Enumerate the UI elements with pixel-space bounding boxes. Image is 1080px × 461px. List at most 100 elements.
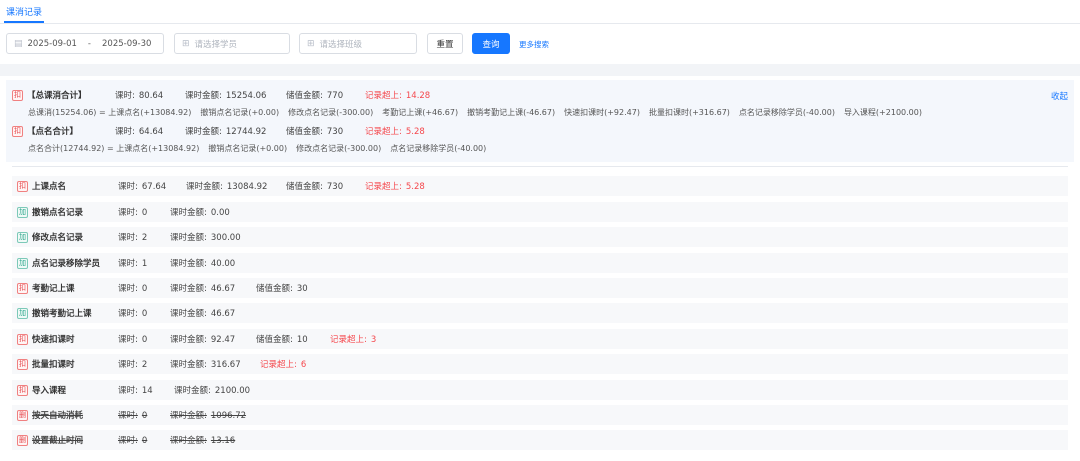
rollcall-formula-item: 点名记录移除学员(-40.00)	[390, 144, 487, 153]
row-name: 设置截止时间	[32, 436, 84, 446]
deduct-badge-icon: 扣	[17, 180, 28, 192]
row-over: 记录超上: 3	[330, 335, 377, 345]
total-formula-item: 撤销考勤记上课(-46.67)	[467, 108, 556, 117]
more-search-link[interactable]: 更多搜索	[519, 39, 549, 50]
tab-active-indicator	[4, 21, 44, 23]
divider	[12, 166, 1068, 167]
total-formula-item: 修改点名记录(-300.00)	[288, 108, 374, 117]
rollcall-amount: 课时金额: 12744.92	[185, 127, 267, 137]
add-badge-icon: 加	[17, 307, 28, 319]
deduct-badge-icon: 扣	[17, 282, 28, 294]
table-row: 删 设置截止时间 课时: 0 课时金额: 13.16	[12, 430, 1068, 450]
row-hours: 课时: 0	[118, 284, 148, 294]
rollcall-formula-item: 撤销点名记录(+0.00)	[208, 144, 288, 153]
rollcall-formula-item: 修改点名记录(-300.00)	[296, 144, 382, 153]
total-formula-head: 总课消(15254.06) = 上课点名(+13084.92)	[28, 108, 192, 117]
row-over: 记录超上: 6	[260, 360, 307, 370]
row-amount: 课时金额: 0.00	[170, 208, 230, 218]
row-name: 考勤记上课	[32, 284, 75, 294]
row-name: 撤销考勤记上课	[32, 309, 92, 319]
table-row: 加 修改点名记录 课时: 2 课时金额: 300.00	[12, 227, 1068, 247]
total-stored: 储值金额: 770	[286, 91, 344, 101]
add-badge-icon: 加	[17, 206, 28, 218]
row-amount: 课时金额: 92.47	[170, 335, 236, 345]
total-title: 【总课消合计】	[27, 91, 87, 101]
row-hours: 课时: 14	[118, 386, 153, 396]
total-amount: 课时金额: 15254.06	[185, 91, 267, 101]
row-amount: 课时金额: 13.16	[170, 436, 236, 446]
collapse-link[interactable]: 收起	[1051, 90, 1068, 102]
rollcall-hours: 课时: 64.64	[115, 127, 164, 137]
row-name: 批量扣课时	[32, 360, 75, 370]
filter-bar: ▤ 2025-09-01 - 2025-09-30 ⊞ 请选择学员 ⊞ 请选择班…	[0, 24, 1080, 64]
table-row: 扣 批量扣课时 课时: 2 课时金额: 316.67 记录超上: 6	[12, 354, 1068, 374]
delete-badge-icon: 删	[17, 409, 28, 421]
deduct-badge-icon: 扣	[17, 333, 28, 345]
row-hours: 课时: 2	[118, 233, 148, 243]
row-name: 快速扣课时	[32, 335, 75, 345]
records-panel: 收起 扣 【总课消合计】 课时: 80.64 课时金额: 15254.06 储值金额…	[6, 76, 1074, 461]
row-stored: 储值金额: 730	[286, 182, 344, 192]
table-row: 扣 导入课程 课时: 14 课时金额: 2100.00	[12, 380, 1068, 400]
delete-badge-icon: 删	[17, 434, 28, 446]
row-name: 导入课程	[32, 386, 67, 396]
table-row: 加 点名记录移除学员 课时: 1 课时金额: 40.00	[12, 253, 1068, 273]
section-gap	[0, 64, 1080, 76]
deduct-badge-icon: 扣	[17, 358, 28, 370]
row-hours: 课时: 1	[118, 259, 148, 269]
class-select-placeholder: 请选择班级	[319, 39, 363, 50]
row-amount: 课时金额: 13084.92	[186, 182, 268, 192]
row-stored: 储值金额: 30	[256, 284, 308, 294]
row-amount: 课时金额: 46.67	[170, 284, 236, 294]
total-formula-item: 导入课程(+2100.00)	[843, 108, 922, 117]
date-range-picker[interactable]: ▤ 2025-09-01 - 2025-09-30	[6, 33, 164, 54]
summary-box: 收起 扣 【总课消合计】 课时: 80.64 课时金额: 15254.06 储值金额…	[6, 80, 1074, 162]
deduct-badge-icon: 扣	[12, 89, 23, 101]
row-name: 上课点名	[32, 182, 67, 192]
class-select[interactable]: ⊞ 请选择班级	[299, 33, 417, 54]
row-stored: 储值金额: 10	[256, 335, 308, 345]
total-formula-item: 撤销点名记录(+0.00)	[200, 108, 280, 117]
table-row: 扣 上课点名 课时: 67.64 课时金额: 13084.92 储值金额: 730 记…	[12, 176, 1068, 196]
add-badge-icon: 加	[17, 257, 28, 269]
table-row: 加 撤销考勤记上课 课时: 0 课时金额: 46.67	[12, 303, 1068, 323]
row-hours: 课时: 0	[118, 208, 148, 218]
table-row: 扣 快速扣课时 课时: 0 课时金额: 92.47 储值金额: 10 记录超上: 3	[12, 329, 1068, 349]
reset-button[interactable]: 重置	[427, 33, 463, 54]
row-hours: 课时: 0	[118, 309, 148, 319]
total-formula: 总课消(15254.06) = 上课点名(+13084.92) 撤销点名记录(+…	[28, 107, 931, 118]
row-amount: 课时金额: 300.00	[170, 233, 241, 243]
total-formula-item: 考勤记上课(+46.67)	[382, 108, 459, 117]
total-formula-item: 批量扣课时(+316.67)	[648, 108, 730, 117]
tab-course-consumption-records[interactable]: 课消记录	[6, 5, 42, 18]
date-start[interactable]: 2025-09-01	[28, 39, 77, 49]
row-name: 点名记录移除学员	[32, 259, 101, 269]
query-button[interactable]: 查询	[472, 33, 510, 54]
row-name: 撤销点名记录	[32, 208, 84, 218]
total-formula-item: 快速扣课时(+92.47)	[564, 108, 640, 117]
row-over: 记录超上: 5.28	[365, 182, 425, 192]
row-hours: 课时: 0	[118, 436, 148, 446]
row-hours: 课时: 2	[118, 360, 148, 370]
tab-bar: 课消记录	[0, 0, 1080, 24]
rollcall-formula: 点名合计(12744.92) = 上课点名(+13084.92) 撤销点名记录(…	[28, 143, 495, 154]
student-select[interactable]: ⊞ 请选择学员	[174, 33, 290, 54]
table-row: 扣 考勤记上课 课时: 0 课时金额: 46.67 储值金额: 30	[12, 278, 1068, 298]
table-row: 加 撤销点名记录 课时: 0 课时金额: 0.00	[12, 202, 1068, 222]
calendar-icon: ▤	[14, 38, 23, 49]
total-summary-line: 扣 【总课消合计】 课时: 80.64 课时金额: 15254.06 储值金额: 77…	[12, 89, 430, 101]
table-row: 删 按天自动消耗 课时: 0 课时金额: 1096.72	[12, 405, 1068, 425]
date-end[interactable]: 2025-09-30	[102, 39, 151, 49]
rollcall-stored: 储值金额: 730	[286, 127, 344, 137]
rollcall-title: 【点名合计】	[27, 127, 79, 137]
row-name: 修改点名记录	[32, 233, 84, 243]
total-formula-item: 点名记录移除学员(-40.00)	[738, 108, 835, 117]
row-name: 按天自动消耗	[32, 411, 84, 421]
row-hours: 课时: 67.64	[118, 182, 167, 192]
total-over: 记录超上: 14.28	[365, 91, 431, 101]
deduct-badge-icon: 扣	[12, 125, 23, 137]
date-separator: -	[87, 38, 91, 49]
total-hours: 课时: 80.64	[115, 91, 164, 101]
rollcall-over: 记录超上: 5.28	[365, 127, 425, 137]
add-badge-icon: 加	[17, 231, 28, 243]
